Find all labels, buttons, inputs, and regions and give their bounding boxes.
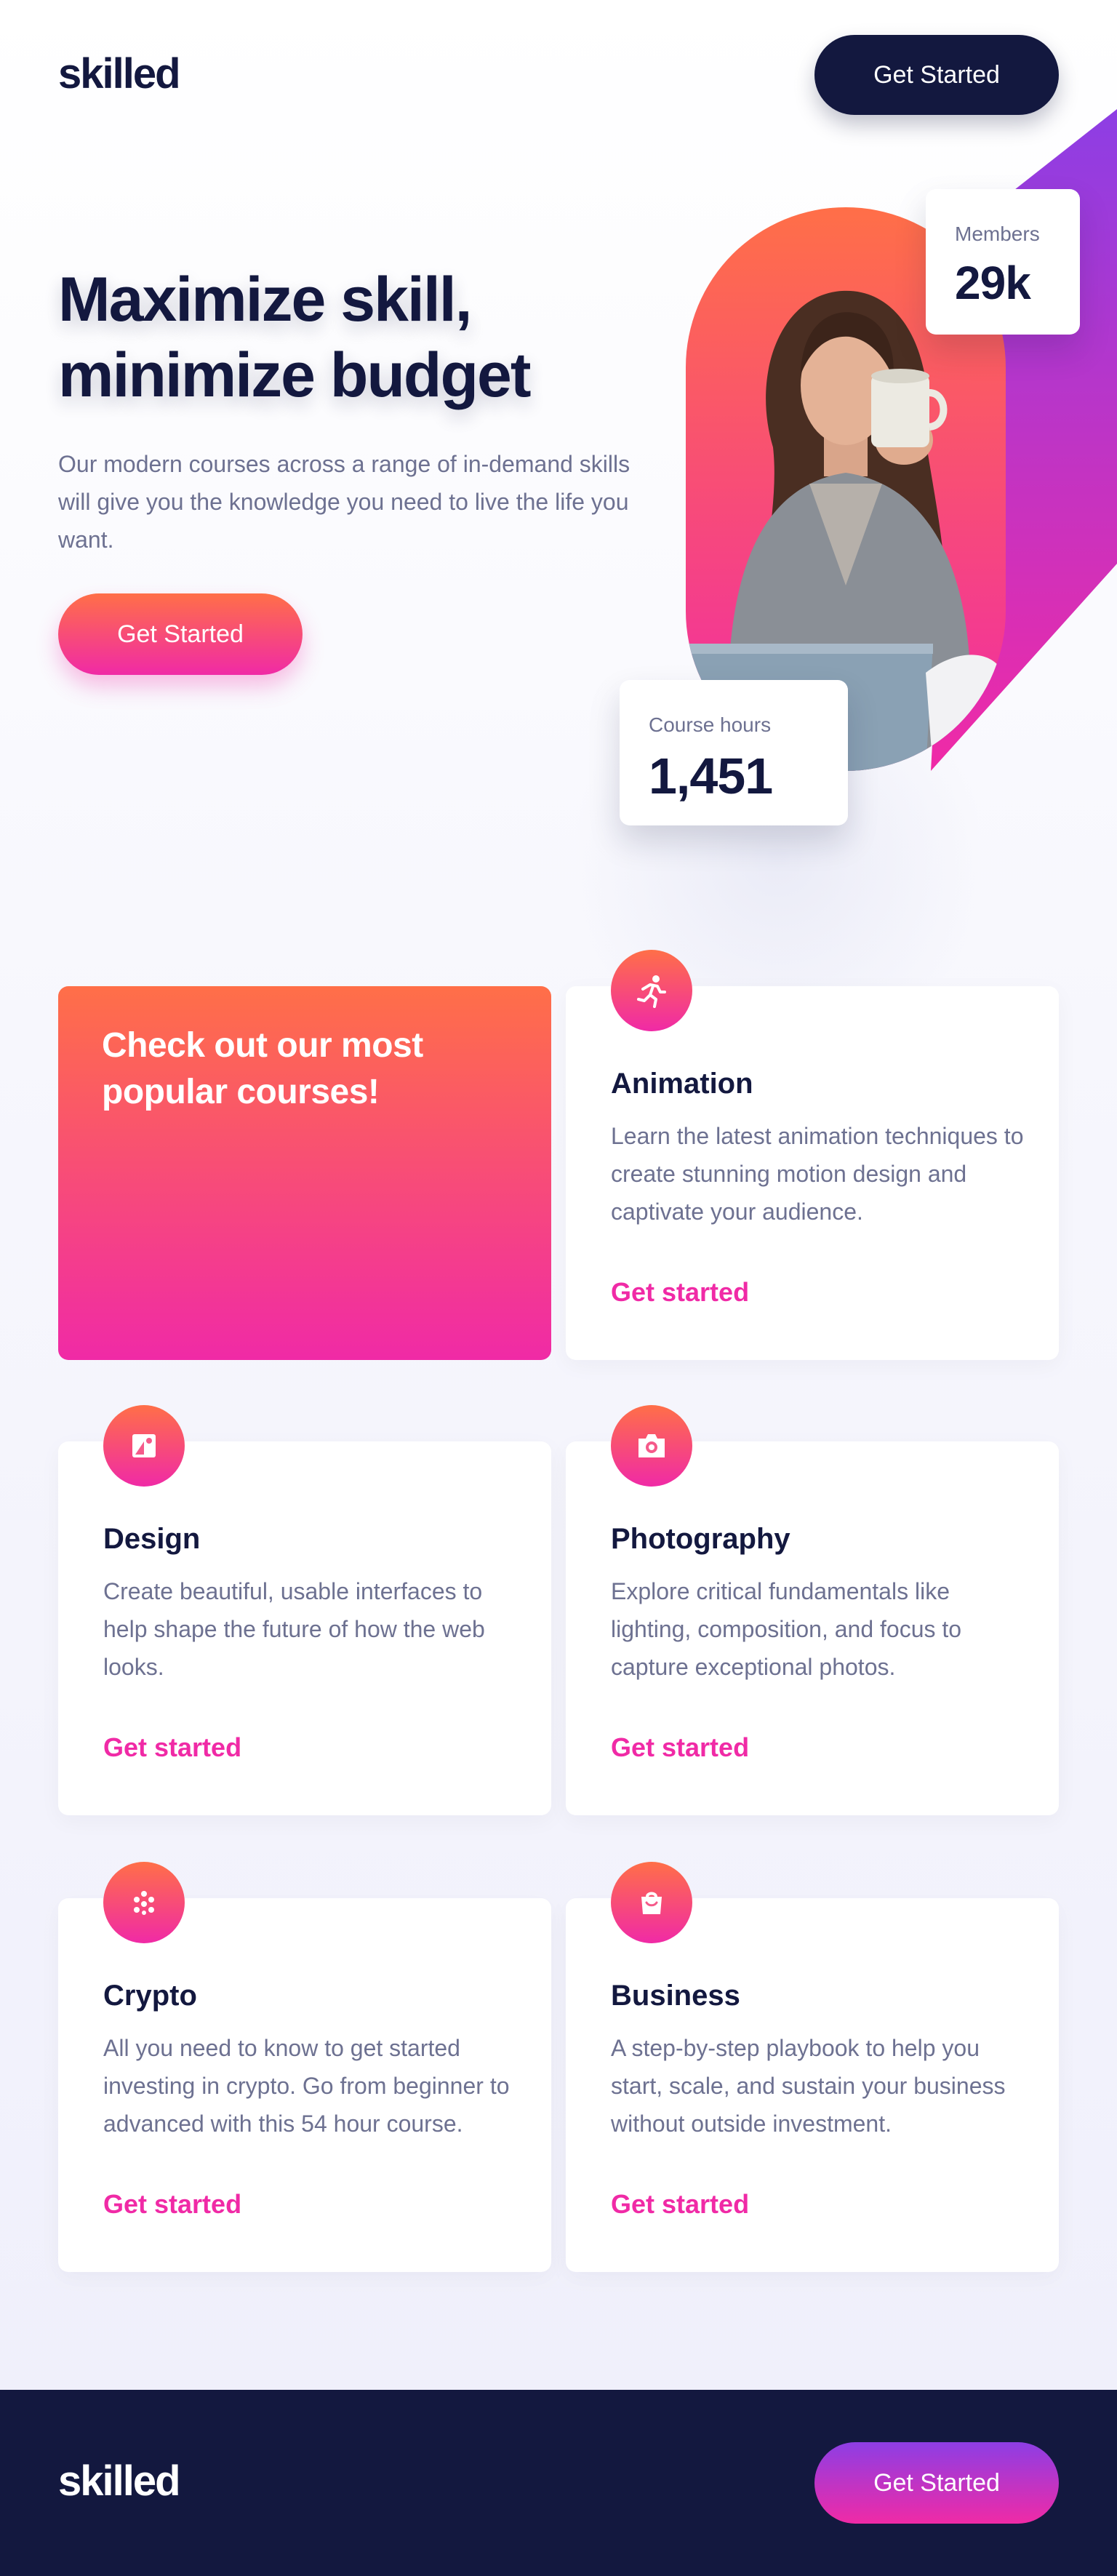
footer-logo[interactable]: skilled bbox=[58, 2457, 181, 2505]
footer: skilled Get Started bbox=[0, 2390, 1117, 2576]
course-get-started-link[interactable]: Get started bbox=[611, 1277, 749, 1308]
members-value: 29k bbox=[955, 257, 1031, 309]
course-get-started-link[interactable]: Get started bbox=[611, 1732, 749, 1763]
landing-page: skilled Get Started Maximize skill, mini… bbox=[0, 0, 1117, 2576]
course-description: Create beautiful, usable interfaces to h… bbox=[103, 1578, 485, 1680]
logo[interactable]: skilled bbox=[58, 49, 181, 98]
header-get-started-button[interactable]: Get Started bbox=[814, 35, 1059, 115]
course-hours-label: Course hours bbox=[649, 713, 772, 736]
hero-illustration: Members 29k Course hours 1,451 bbox=[553, 109, 1117, 1047]
course-get-started-link[interactable]: Get started bbox=[611, 2189, 749, 2220]
course-card-crypto: Crypto All you need to know to get start… bbox=[58, 1862, 551, 2272]
course-card-animation: Animation Learn the latest animation tec… bbox=[566, 950, 1059, 1360]
course-description: Explore critical fundamentals like light… bbox=[611, 1578, 962, 1680]
briefcase-icon bbox=[611, 1862, 692, 1943]
members-stat-card: Members 29k bbox=[926, 189, 1080, 335]
running-figure-icon bbox=[611, 950, 692, 1031]
course-title: Photography bbox=[611, 1523, 790, 1555]
popular-courses-promo: Check out our most popular courses! bbox=[58, 986, 551, 1360]
course-description: A step-by-step playbook to help you star… bbox=[611, 2035, 1006, 2137]
promo-title: Check out our most popular courses! bbox=[102, 1026, 423, 1111]
hero-title: Maximize skill, minimize budget bbox=[58, 265, 531, 410]
course-get-started-link[interactable]: Get started bbox=[103, 2189, 241, 2220]
course-card-business: Business A step-by-step playbook to help… bbox=[566, 1862, 1059, 2272]
footer-get-started-button[interactable]: Get Started bbox=[814, 2442, 1059, 2524]
course-description: Learn the latest animation techniques to… bbox=[611, 1123, 1024, 1225]
camera-icon bbox=[611, 1405, 692, 1487]
design-icon bbox=[103, 1405, 185, 1487]
course-title: Business bbox=[611, 1980, 740, 2012]
course-get-started-link[interactable]: Get started bbox=[103, 1732, 241, 1763]
course-hours-value: 1,451 bbox=[649, 748, 773, 804]
course-card-design: Design Create beautiful, usable interfac… bbox=[58, 1405, 551, 1815]
course-hours-stat-card: Course hours 1,451 bbox=[620, 680, 848, 825]
course-title: Design bbox=[103, 1523, 201, 1555]
members-label: Members bbox=[955, 223, 1040, 245]
course-card-photography: Photography Explore critical fundamental… bbox=[566, 1405, 1059, 1815]
course-title: Crypto bbox=[103, 1980, 197, 2012]
course-title: Animation bbox=[611, 1068, 753, 1100]
course-description: All you need to know to get started inve… bbox=[103, 2035, 510, 2137]
crypto-icon bbox=[103, 1862, 185, 1943]
hero-get-started-button[interactable]: Get Started bbox=[58, 593, 303, 675]
